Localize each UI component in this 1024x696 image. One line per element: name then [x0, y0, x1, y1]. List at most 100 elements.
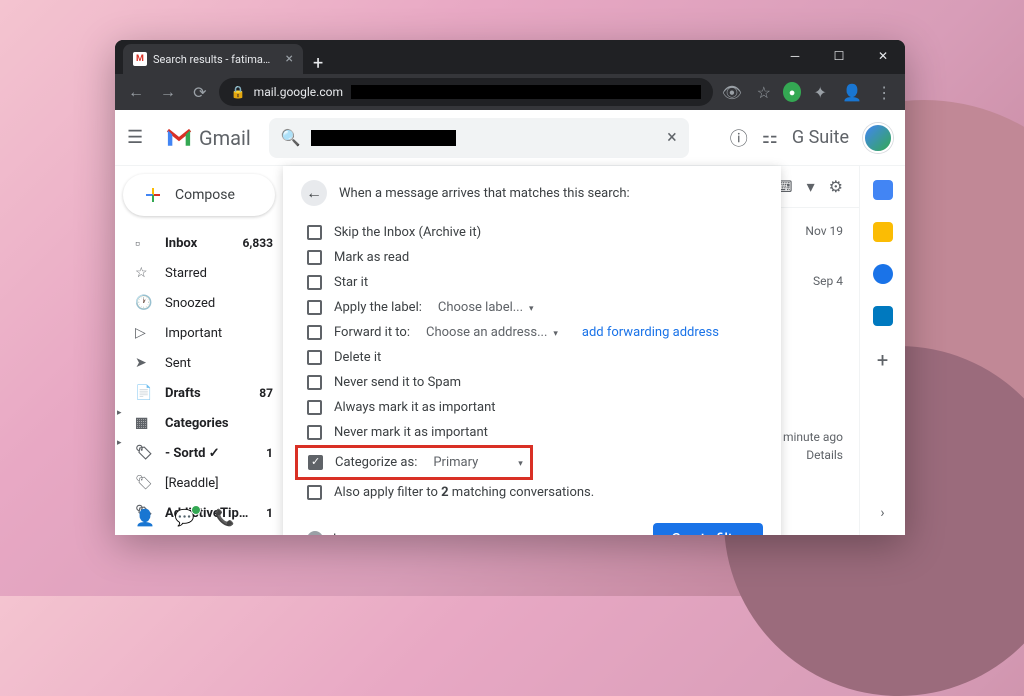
- nav-label: Snoozed: [165, 296, 259, 311]
- gmail-logo[interactable]: Gmail: [165, 126, 251, 150]
- compose-button[interactable]: Compose: [123, 174, 275, 216]
- checkbox[interactable]: [307, 225, 322, 240]
- calendar-addon-icon[interactable]: [873, 180, 893, 200]
- browser-window: M Search results - fatima@addictive × + …: [115, 40, 905, 535]
- filter-apply-label[interactable]: Apply the label:Choose label...▾: [301, 295, 763, 320]
- highlighted-option: Categorize as:Primary▾: [295, 445, 533, 480]
- filter-also-apply[interactable]: Also apply filter to 2 matching conversa…: [301, 480, 763, 505]
- nav-label: [Readdle]: [165, 476, 259, 491]
- search-box[interactable]: 🔍 ×: [269, 118, 689, 158]
- sidebar-item--sortd-[interactable]: 🏷- Sortd ✓1: [115, 438, 283, 468]
- nav-label: Important: [165, 326, 259, 341]
- filter-never-spam[interactable]: Never send it to Spam: [301, 370, 763, 395]
- trello-addon-icon[interactable]: [873, 306, 893, 326]
- main-area: ⌨ ▾ ⚙ Nov 19 Sep 4 1 minute ago Details …: [283, 166, 859, 535]
- tab-bar: M Search results - fatima@addictive × + …: [115, 40, 905, 74]
- hangouts-icon[interactable]: 💬: [175, 508, 195, 527]
- tasks-addon-icon[interactable]: [873, 264, 893, 284]
- url-host: mail.google.com: [254, 85, 343, 99]
- sidebar-item--readdle-[interactable]: 🏷 [Readdle]: [115, 468, 283, 498]
- sidebar-item-starred[interactable]: ☆ Starred: [115, 258, 283, 288]
- close-window-button[interactable]: ✕: [861, 40, 905, 72]
- checkbox[interactable]: [307, 275, 322, 290]
- address-bar: ← → ⟳ 🔒 mail.google.com 👁 ☆ ● ✦ 👤 ⋮: [115, 74, 905, 110]
- main-menu-icon[interactable]: ☰: [127, 127, 147, 148]
- browser-tab[interactable]: M Search results - fatima@addictive ×: [123, 44, 303, 74]
- sidebar-item-android[interactable]: 🏷Android: [115, 528, 283, 535]
- sidebar: Compose ▫Inbox6,833 ☆ Starred 🕐Snoozed▷Impo…: [115, 166, 283, 535]
- label-icon: 🏷: [135, 475, 151, 491]
- apps-grid-icon[interactable]: ⚏: [762, 127, 778, 148]
- filter-never-important[interactable]: Never mark it as important: [301, 420, 763, 445]
- filter-star[interactable]: Star it: [301, 270, 763, 295]
- extension-icon[interactable]: ●: [783, 82, 802, 102]
- reload-button[interactable]: ⟳: [187, 83, 213, 102]
- gmail-header: ☰ Gmail 🔍 × ⓘ ⚏ G Suite: [115, 110, 905, 166]
- category-dropdown[interactable]: Primary▾: [433, 455, 522, 470]
- learn-more-link[interactable]: ?Learn more: [307, 531, 399, 535]
- create-filter-button[interactable]: Create filter: [653, 523, 763, 535]
- settings-gear-icon[interactable]: ⚙: [829, 177, 843, 196]
- message-date: Nov 19: [805, 224, 843, 238]
- checkbox[interactable]: [307, 300, 322, 315]
- contacts-icon[interactable]: 👤: [135, 508, 155, 527]
- add-addon-icon[interactable]: +: [877, 348, 888, 372]
- checkbox[interactable]: [307, 325, 322, 340]
- nav-label: Drafts: [165, 386, 245, 401]
- sidebar-item-inbox[interactable]: ▫Inbox6,833: [115, 228, 283, 258]
- clear-search-icon[interactable]: ×: [667, 127, 677, 148]
- filter-panel: ← When a message arrives that matches th…: [283, 166, 781, 535]
- close-tab-icon[interactable]: ×: [286, 51, 293, 67]
- gmail-text: Gmail: [199, 126, 251, 150]
- filter-always-important[interactable]: Always mark it as important: [301, 395, 763, 420]
- sidebar-item-important[interactable]: ▷Important: [115, 318, 283, 348]
- browser-menu-icon[interactable]: ⋮: [871, 83, 897, 102]
- phone-icon[interactable]: 📞: [215, 508, 235, 527]
- forward-dropdown[interactable]: Choose an address...▾: [426, 325, 558, 340]
- maximize-button[interactable]: ☐: [817, 40, 861, 72]
- nav-count: 1: [266, 506, 273, 520]
- eye-icon[interactable]: 👁: [719, 83, 745, 102]
- back-button[interactable]: ←: [301, 180, 327, 206]
- sidebar-item-drafts[interactable]: 📄Drafts87: [115, 378, 283, 408]
- filter-delete[interactable]: Delete it: [301, 345, 763, 370]
- support-icon[interactable]: ⓘ: [730, 125, 748, 151]
- extensions-puzzle-icon[interactable]: ✦: [807, 83, 833, 102]
- filter-forward[interactable]: Forward it to:Choose an address...▾add f…: [301, 320, 763, 345]
- account-avatar[interactable]: [863, 123, 893, 153]
- compose-plus-icon: [143, 185, 163, 205]
- inbox-icon: ▫: [135, 235, 151, 252]
- filter-mark-read[interactable]: Mark as read: [301, 245, 763, 270]
- sidebar-item-snoozed[interactable]: 🕐Snoozed: [115, 288, 283, 318]
- new-tab-button[interactable]: +: [303, 53, 333, 74]
- sidebar-item-sent[interactable]: ➤Sent: [115, 348, 283, 378]
- checkbox-checked[interactable]: [308, 455, 323, 470]
- nav-label: - Sortd ✓: [165, 446, 252, 461]
- add-forwarding-link[interactable]: add forwarding address: [582, 325, 719, 340]
- bookmark-star-icon[interactable]: ☆: [751, 83, 777, 102]
- filter-categorize[interactable]: Categorize as:Primary▾: [302, 450, 526, 475]
- chevron-down-icon[interactable]: ▾: [807, 177, 815, 196]
- checkbox[interactable]: [307, 350, 322, 365]
- keep-addon-icon[interactable]: [873, 222, 893, 242]
- back-button[interactable]: ←: [123, 82, 149, 102]
- nav-label: Starred: [165, 266, 259, 281]
- draft-icon: 📄: [135, 385, 151, 401]
- checkbox[interactable]: [307, 400, 322, 415]
- tab-title: Search results - fatima@addictive: [153, 53, 280, 66]
- checkbox[interactable]: [307, 375, 322, 390]
- minimize-button[interactable]: ─: [773, 40, 817, 72]
- sidebar-item-categories[interactable]: ▦Categories: [115, 408, 283, 438]
- label-dropdown[interactable]: Choose label...▾: [438, 300, 534, 315]
- filter-skip-inbox[interactable]: Skip the Inbox (Archive it): [301, 220, 763, 245]
- star-icon: ☆: [135, 265, 151, 281]
- checkbox[interactable]: [307, 250, 322, 265]
- checkbox[interactable]: [307, 425, 322, 440]
- profile-icon[interactable]: 👤: [839, 83, 865, 102]
- url-bar[interactable]: 🔒 mail.google.com: [219, 78, 713, 106]
- message-date: Sep 4: [813, 274, 843, 288]
- side-panel: + ›: [859, 166, 905, 535]
- checkbox[interactable]: [307, 485, 322, 500]
- forward-button[interactable]: →: [155, 82, 181, 102]
- collapse-panel-icon[interactable]: ›: [880, 505, 884, 521]
